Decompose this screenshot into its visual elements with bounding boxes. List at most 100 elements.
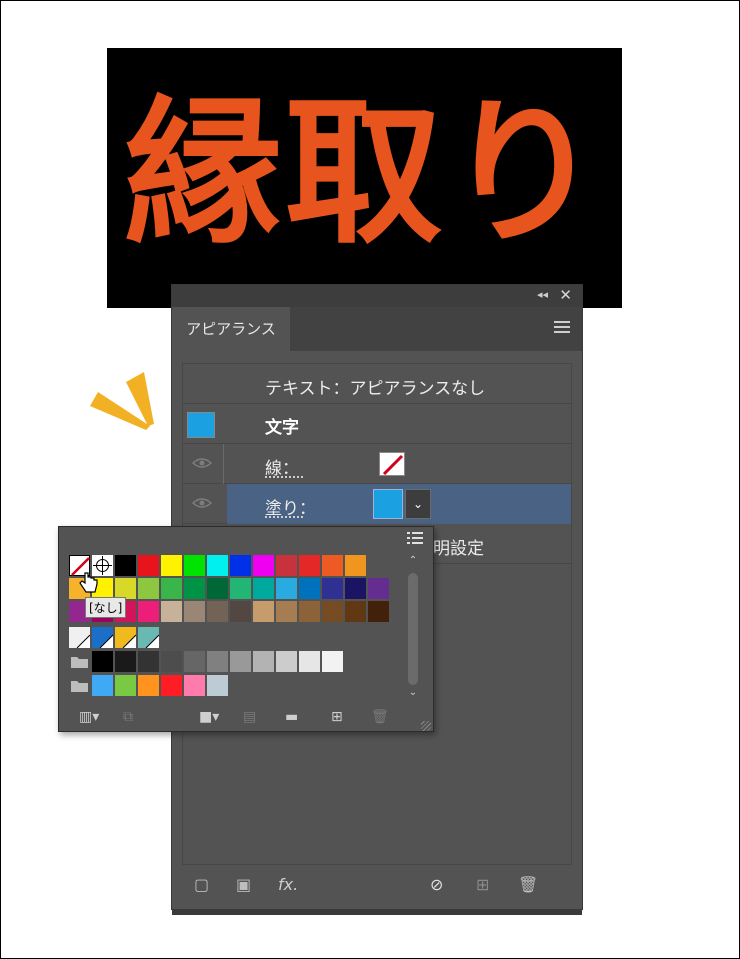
tab-appearance[interactable]: アピアランス: [172, 307, 290, 351]
swatch-color[interactable]: [138, 555, 159, 576]
swatch-color[interactable]: [138, 675, 159, 696]
swatch-color[interactable]: [207, 675, 228, 696]
swatch-color[interactable]: [322, 601, 343, 622]
burst-accent-icon: [90, 372, 154, 430]
swatch-color[interactable]: [115, 651, 136, 672]
swatch-color[interactable]: [138, 601, 159, 622]
swatch-libraries-icon[interactable]: ▥▾: [79, 709, 99, 725]
swatch-color[interactable]: [299, 651, 320, 672]
swatch-color[interactable]: [138, 651, 159, 672]
swatch-color[interactable]: [161, 555, 182, 576]
swatch-color[interactable]: [115, 555, 136, 576]
show-swatch-kinds-icon[interactable]: ■▾: [199, 709, 219, 725]
duplicate-item-icon[interactable]: ⊞: [476, 875, 489, 894]
swatch-color[interactable]: [161, 675, 182, 696]
stroke-label-underline: [265, 476, 305, 478]
swatch-color[interactable]: [368, 601, 389, 622]
swatch-color[interactable]: [161, 578, 182, 599]
delete-swatch-icon[interactable]: 🗑: [371, 709, 389, 725]
stroke-none-swatch[interactable]: [379, 452, 405, 476]
swatch-scrollbar[interactable]: ⌃ ⌄: [405, 555, 421, 701]
swatch-color[interactable]: [207, 651, 228, 672]
swatch-color[interactable]: [368, 578, 389, 599]
swatch-color[interactable]: [253, 578, 274, 599]
swatch-color[interactable]: [322, 578, 343, 599]
swatch-color[interactable]: [207, 601, 228, 622]
swatch-color[interactable]: [230, 651, 251, 672]
swatch-color[interactable]: [161, 651, 182, 672]
swatch-options-icon[interactable]: ▤: [243, 709, 256, 725]
swatch-color[interactable]: [230, 601, 251, 622]
new-color-group-icon[interactable]: ▬: [285, 709, 298, 725]
swatch-color[interactable]: [207, 555, 228, 576]
character-swatch[interactable]: [187, 412, 215, 438]
swatch-color[interactable]: [299, 578, 320, 599]
swatch-gradient[interactable]: [138, 627, 160, 649]
appearance-header-row[interactable]: テキスト：アピアランスなし: [183, 364, 571, 404]
swatch-color[interactable]: [184, 578, 205, 599]
swatch-color[interactable]: [230, 555, 251, 576]
panel-menu-icon[interactable]: [554, 321, 570, 333]
swatch-grid: [69, 555, 399, 705]
swatch-color[interactable]: [345, 578, 366, 599]
swatch-color[interactable]: [276, 555, 297, 576]
popup-resize-grip[interactable]: [421, 721, 431, 731]
swatch-gradient[interactable]: [115, 627, 137, 649]
swatch-color[interactable]: [115, 675, 136, 696]
swatch-color[interactable]: [276, 651, 297, 672]
swatch-color[interactable]: [253, 555, 274, 576]
swatch-color[interactable]: [184, 555, 205, 576]
swatch-color[interactable]: [115, 578, 136, 599]
scroll-thumb[interactable]: [408, 573, 418, 685]
panel-titlebar[interactable]: ◂◂ ✕: [172, 285, 582, 307]
eye-icon[interactable]: [192, 497, 212, 509]
appearance-header-text: テキスト：アピアランスなし: [265, 379, 486, 399]
swatch-color[interactable]: [184, 675, 205, 696]
place-swatch-icon[interactable]: ⧉: [123, 709, 133, 725]
stroke-row[interactable]: 線：: [183, 444, 571, 484]
swatch-color[interactable]: [253, 651, 274, 672]
swatch-gradient[interactable]: [69, 627, 91, 649]
swatch-color[interactable]: [299, 601, 320, 622]
collapse-icon[interactable]: ◂◂: [537, 288, 548, 301]
swatch-color[interactable]: [184, 651, 205, 672]
swatch-color[interactable]: [276, 601, 297, 622]
swatch-color[interactable]: [322, 651, 343, 672]
swatch-color[interactable]: [161, 601, 182, 622]
list-view-icon[interactable]: [407, 531, 423, 545]
swatch-color[interactable]: [138, 578, 159, 599]
trash-icon[interactable]: 🗑: [518, 875, 538, 894]
add-new-stroke-icon[interactable]: ▢: [194, 875, 209, 894]
swatch-color[interactable]: [322, 555, 343, 576]
clear-appearance-icon[interactable]: ⊘: [430, 875, 443, 894]
swatch-color[interactable]: [184, 601, 205, 622]
swatch-color[interactable]: [253, 601, 274, 622]
new-swatch-icon[interactable]: ⊞: [331, 709, 343, 725]
row-divider: [223, 444, 224, 484]
swatch-gradient[interactable]: [92, 627, 114, 649]
character-label: 文字: [265, 418, 299, 438]
swatch-color[interactable]: [276, 578, 297, 599]
title-banner: 縁取り: [107, 48, 622, 308]
character-row[interactable]: 文字: [183, 404, 571, 444]
swatch-color[interactable]: [92, 651, 113, 672]
color-group-folder-icon: [69, 675, 90, 696]
scroll-down-icon[interactable]: ⌄: [405, 687, 421, 701]
add-new-fill-icon[interactable]: ▣: [236, 875, 251, 894]
eye-icon[interactable]: [192, 457, 212, 469]
swatch-color[interactable]: [345, 601, 366, 622]
fx-button[interactable]: fx.: [278, 875, 298, 894]
swatch-color[interactable]: [345, 555, 366, 576]
panel-resize-grip[interactable]: [172, 909, 582, 915]
close-icon[interactable]: ✕: [559, 286, 572, 304]
swatch-popup: [なし] ⌃ ⌄ ▥▾ ⧉ ■▾ ▤ ▬ ⊞ 🗑: [58, 526, 434, 732]
swatch-color[interactable]: [230, 578, 251, 599]
popup-toolbar: ▥▾ ⧉ ■▾ ▤ ▬ ⊞ 🗑: [59, 707, 433, 733]
fill-color-swatch[interactable]: [373, 489, 403, 519]
fill-dropdown-button[interactable]: ⌄: [405, 489, 431, 519]
scroll-up-icon[interactable]: ⌃: [405, 555, 421, 569]
fill-row[interactable]: 塗り： ⌄: [183, 484, 571, 524]
swatch-color[interactable]: [92, 675, 113, 696]
swatch-color[interactable]: [299, 555, 320, 576]
swatch-color[interactable]: [207, 578, 228, 599]
